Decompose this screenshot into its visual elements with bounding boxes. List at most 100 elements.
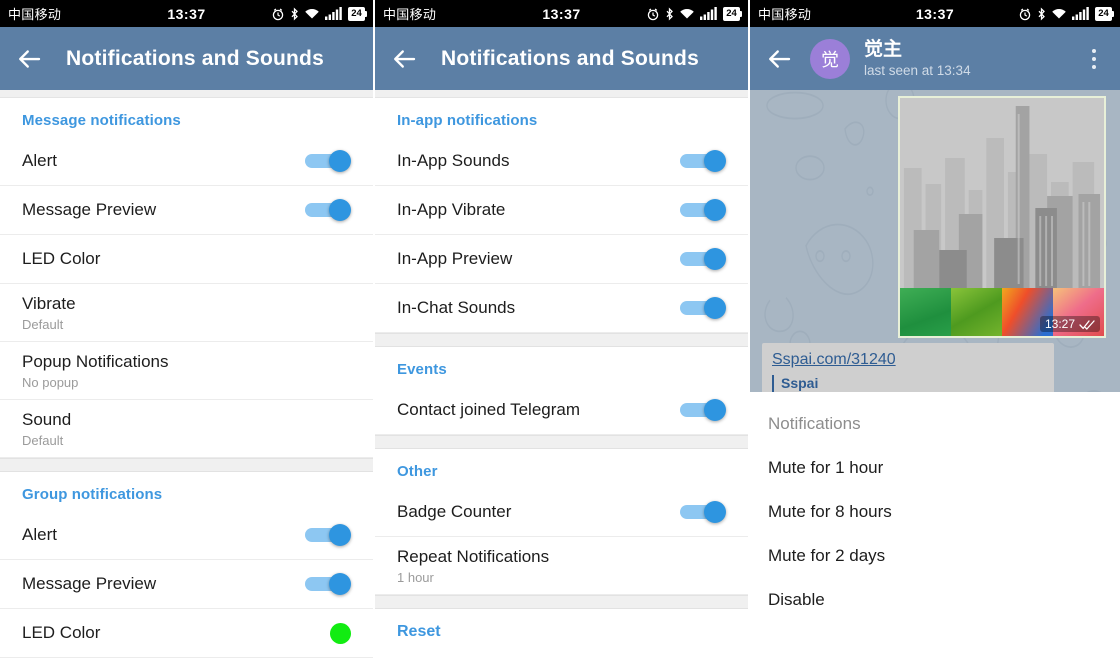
list-top-gap [375, 90, 748, 98]
alarm-icon [647, 7, 659, 20]
chat-area: 13:27 Sspai.com/31240 Sspai 后你要忘记上上何你应退出… [750, 90, 1120, 661]
toggle-group-alert[interactable] [305, 524, 351, 546]
row-subtitle: No popup [22, 375, 79, 390]
section-header-group-notifications: Group notifications [22, 486, 163, 503]
row-title: LED Color [22, 249, 101, 268]
led-color-swatch[interactable] [330, 622, 351, 644]
row-led-color[interactable]: LED Color [0, 235, 373, 284]
bluetooth-icon [1038, 6, 1045, 21]
toggle-in-app-vibrate[interactable] [680, 199, 726, 221]
row-title: Vibrate [22, 294, 76, 313]
back-arrow-icon[interactable] [764, 44, 794, 74]
row-reset[interactable]: Reset [375, 609, 748, 655]
status-icons: 24 [646, 6, 742, 21]
wifi-icon [680, 8, 694, 19]
bluetooth-icon [291, 6, 298, 21]
contact-name: 觉主 [864, 38, 903, 60]
row-title: Sound [22, 410, 72, 429]
row-title: Popup Notifications [22, 352, 169, 371]
row-vibrate[interactable]: Vibrate Default [0, 284, 373, 342]
toggle-contact-joined-telegram[interactable] [680, 399, 726, 421]
settings-list-panel-2[interactable]: In-app notifications In-App Sounds In-Ap… [375, 90, 748, 661]
photo-album-message[interactable]: 13:27 [898, 96, 1106, 338]
app-bar-panel-2: Notifications and Sounds [375, 27, 748, 90]
row-in-app-sounds[interactable]: In-App Sounds [375, 137, 748, 186]
section-header-message-notifications: Message notifications [22, 112, 181, 129]
row-title: Message Preview [22, 574, 157, 593]
row-title: In-App Preview [397, 249, 513, 268]
signal-icon [700, 7, 717, 20]
wifi-icon [305, 8, 319, 19]
message-timestamp: 13:27 [1044, 317, 1075, 331]
phone-panel-1: 中国移动 13:37 24 Notifications and Sounds M… [0, 0, 373, 661]
row-subtitle: 1 hour [397, 570, 434, 585]
bluetooth-icon [666, 6, 673, 21]
row-subtitle: Default [22, 317, 64, 332]
sheet-option-mute-1-hour[interactable]: Mute for 1 hour [768, 434, 1102, 478]
settings-list-panel-1[interactable]: Message notifications Alert Message Prev… [0, 90, 373, 661]
row-repeat-notifications[interactable]: Repeat Notifications 1 hour [375, 537, 748, 595]
section-header-events: Events [397, 361, 447, 378]
page-title: Notifications and Sounds [66, 46, 324, 70]
row-title: Alert [22, 151, 57, 170]
message-meta: 13:27 [1039, 316, 1100, 332]
section-divider [375, 435, 748, 449]
reset-label: Reset [397, 623, 441, 640]
row-title: Contact joined Telegram [397, 400, 581, 419]
row-title: Alert [22, 525, 57, 544]
toggle-message-preview[interactable] [305, 199, 351, 221]
row-contact-joined-telegram[interactable]: Contact joined Telegram [375, 386, 748, 435]
city-photo [900, 98, 1104, 288]
battery-icon: 24 [1095, 6, 1114, 21]
sheet-option-disable[interactable]: Disable [768, 566, 1102, 610]
toggle-alert[interactable] [305, 150, 351, 172]
section-header-in-app-notifications: In-app notifications [397, 112, 538, 129]
sheet-option-mute-2-days[interactable]: Mute for 2 days [768, 522, 1102, 566]
overflow-menu-icon[interactable] [1082, 48, 1106, 69]
row-message-preview[interactable]: Message Preview [0, 186, 373, 235]
back-arrow-icon[interactable] [14, 44, 44, 74]
status-bar: 中国移动 13:37 24 [750, 0, 1120, 27]
row-title: Message Preview [22, 200, 157, 219]
row-sound[interactable]: Sound Default [0, 400, 373, 458]
toggle-in-chat-sounds[interactable] [680, 297, 726, 319]
row-group-alert[interactable]: Alert [0, 511, 373, 560]
notifications-action-sheet: Notifications Mute for 1 hour Mute for 8… [750, 392, 1120, 661]
avatar[interactable]: 觉 [810, 38, 850, 79]
status-icons: 24 [1018, 6, 1114, 21]
album-thumb-2[interactable] [951, 288, 1002, 336]
link-site-name: Sspai [781, 375, 819, 391]
sheet-option-mute-8-hours[interactable]: Mute for 8 hours [768, 478, 1102, 522]
status-icons: 24 [271, 6, 367, 21]
row-in-app-preview[interactable]: In-App Preview [375, 235, 748, 284]
alarm-icon [272, 7, 284, 20]
battery-icon: 24 [348, 6, 367, 21]
phone-panel-3: 中国移动 13:37 24 觉 觉主 last seen at 13:34 13… [750, 0, 1120, 661]
status-bar: 中国移动 13:37 24 [0, 0, 373, 27]
signal-icon [325, 7, 342, 20]
link-url[interactable]: Sspai.com/31240 [772, 351, 1044, 369]
contact-status: last seen at 13:34 [864, 62, 971, 78]
section-divider [0, 458, 373, 472]
toggle-in-app-preview[interactable] [680, 248, 726, 270]
row-title: Badge Counter [397, 502, 512, 521]
row-group-led-color[interactable]: LED Color [0, 609, 373, 658]
back-arrow-icon[interactable] [389, 44, 419, 74]
toggle-badge-counter[interactable] [680, 501, 726, 523]
row-group-message-preview[interactable]: Message Preview [0, 560, 373, 609]
row-alert[interactable]: Alert [0, 137, 373, 186]
wifi-icon [1052, 8, 1066, 19]
section-header-other: Other [397, 463, 438, 480]
sheet-title: Notifications [768, 414, 861, 433]
row-popup-notifications[interactable]: Popup Notifications No popup [0, 342, 373, 400]
screenshot-root: 中国移动 13:37 24 Notifications and Sounds M… [0, 0, 1120, 661]
toggle-group-message-preview[interactable] [305, 573, 351, 595]
row-in-app-vibrate[interactable]: In-App Vibrate [375, 186, 748, 235]
row-badge-counter[interactable]: Badge Counter [375, 488, 748, 537]
album-thumb-1[interactable] [900, 288, 951, 336]
alarm-icon [1019, 7, 1031, 20]
row-title: Repeat Notifications [397, 547, 550, 566]
chat-title-block: 觉主 last seen at 13:34 [864, 39, 971, 78]
toggle-in-app-sounds[interactable] [680, 150, 726, 172]
row-in-chat-sounds[interactable]: In-Chat Sounds [375, 284, 748, 333]
